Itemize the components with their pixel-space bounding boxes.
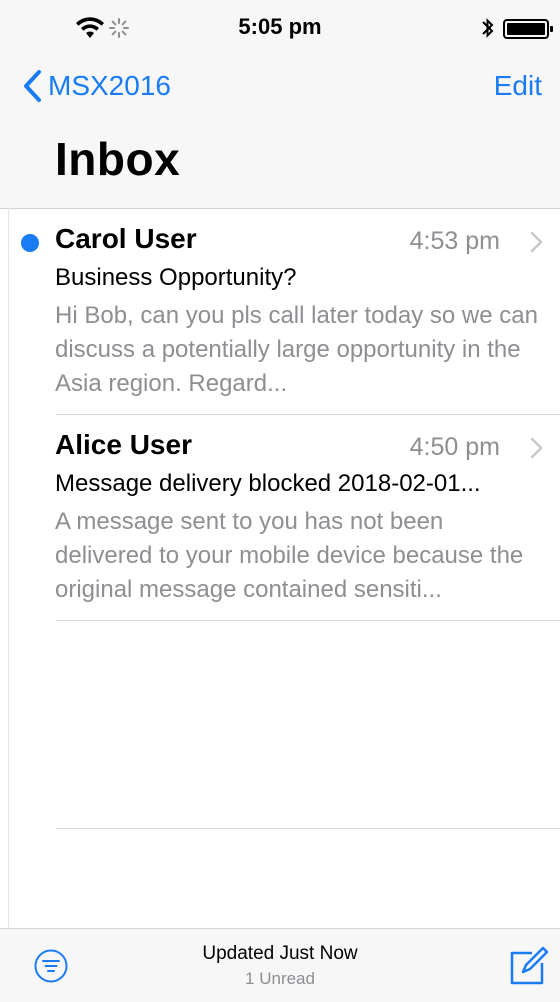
empty-row-separator [56, 828, 560, 829]
unread-indicator-icon [21, 234, 39, 252]
message-time: 4:53 pm [409, 227, 500, 255]
compose-icon[interactable] [506, 943, 550, 987]
battery-icon [503, 19, 553, 39]
message-sender: Alice User [55, 429, 192, 460]
message-row[interactable]: Alice User 4:50 pm Message delivery bloc… [0, 415, 560, 621]
message-subject: Message delivery blocked 2018-02-01... [55, 470, 481, 497]
message-preview: Hi Bob, can you pls call later today so … [55, 302, 538, 397]
navigation-header: 5:05 pm MSX2016 Edit Inbox [0, 0, 560, 209]
message-row[interactable]: Carol User 4:53 pm Business Opportunity?… [0, 209, 560, 415]
chevron-right-icon [530, 231, 543, 253]
message-sender: Carol User [55, 223, 197, 254]
updated-status: Updated Just Now [202, 943, 358, 964]
chevron-left-icon [24, 70, 41, 102]
back-button-label: MSX2016 [48, 70, 171, 101]
mailbox-status: Updated Just Now 1 Unread [0, 943, 560, 989]
chevron-right-icon [530, 437, 543, 459]
message-preview: A message sent to you has not been deliv… [55, 508, 524, 603]
edit-button[interactable]: Edit [494, 70, 542, 102]
message-subject: Business Opportunity? [55, 264, 297, 291]
page-title: Inbox [55, 133, 181, 185]
status-bar: 5:05 pm [0, 10, 560, 52]
mail-app-screen: 5:05 pm MSX2016 Edit Inbox Carol User 4:… [0, 0, 560, 1002]
message-time: 4:50 pm [409, 433, 500, 461]
row-separator [56, 620, 560, 621]
status-time: 5:05 pm [238, 14, 322, 39]
back-button[interactable]: MSX2016 [22, 66, 171, 106]
bluetooth-icon [482, 18, 494, 38]
message-list: Carol User 4:53 pm Business Opportunity?… [0, 209, 560, 621]
unread-count: 1 Unread [245, 969, 315, 988]
bottom-toolbar: Updated Just Now 1 Unread [0, 928, 560, 1002]
